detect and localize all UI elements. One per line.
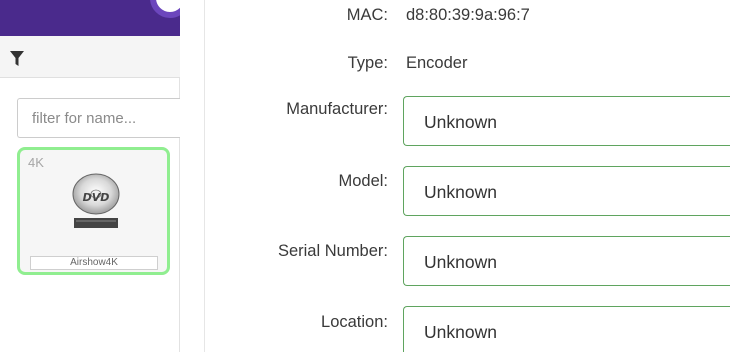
dvd-icon-text: DVD [83,191,110,204]
device-card-selected[interactable]: 4K DVD Airshow4K [17,147,170,275]
serial-number-field[interactable]: Unknown [403,236,730,286]
device-name: Airshow4K [30,256,158,270]
mac-label: MAC: [346,6,388,24]
model-value: Unknown [424,182,497,202]
manufacturer-label: Manufacturer: [286,100,388,118]
location-label: Location: [321,313,388,331]
device-filter-input[interactable] [17,98,180,138]
mac-value: d8:80:39:9a:96:7 [406,6,530,24]
resolution-badge: 4K [28,155,44,170]
device-details-page: 4K DVD Airshow4K MAC: d8:80:39:9a: [0,0,730,352]
serial-number-value: Unknown [424,252,497,272]
type-label: Type: [347,54,388,72]
model-label: Model: [338,172,388,190]
type-value: Encoder [406,54,468,72]
device-sidebar: 4K DVD Airshow4K [0,0,180,352]
device-details-panel: MAC: d8:80:39:9a:96:7 Type: Encoder Manu… [204,0,730,352]
location-value: Unknown [424,322,497,342]
serial-number-label: Serial Number: [277,242,388,260]
brand-logo [150,0,180,18]
dvd-icon: DVD [72,173,120,228]
model-field[interactable]: Unknown [403,166,730,216]
filter-funnel-icon[interactable] [10,51,24,67]
manufacturer-field[interactable]: Unknown [403,96,730,146]
brand-bar [0,0,180,36]
manufacturer-value: Unknown [424,112,497,132]
location-field[interactable]: Unknown [403,306,730,352]
filter-toolbar [0,36,180,78]
